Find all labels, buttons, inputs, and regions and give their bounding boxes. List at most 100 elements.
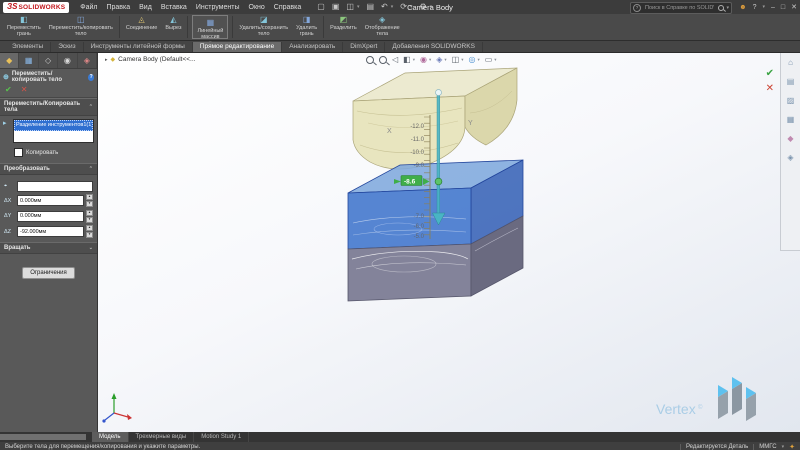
selected-body-item[interactable]: Разделение инструментов1(1)	[14, 120, 93, 131]
tab-direct-editing[interactable]: Прямое редактирование	[192, 42, 283, 52]
confirm-cancel-icon[interactable]: ✕	[766, 83, 774, 94]
dimxpert-manager-tab[interactable]: ◇	[39, 53, 59, 68]
menu-edit[interactable]: Правка	[106, 4, 130, 11]
appearances-icon[interactable]: ◉	[420, 55, 427, 64]
resources-home-icon[interactable]: ⌂	[788, 58, 793, 67]
custom-properties-icon[interactable]: ◈	[787, 153, 793, 162]
search-icon[interactable]	[718, 5, 725, 11]
viewport-3d-scene[interactable]: -12.0 -11.0 -10.0 -9.0 -7.0 -6.0 -5.0 -8…	[98, 53, 800, 432]
maximize-button[interactable]: □	[781, 4, 785, 11]
step-down-icon[interactable]: ▾	[86, 232, 93, 238]
view-orientation-icon[interactable]: ◈	[436, 55, 442, 64]
bodies-selection-list[interactable]: Разделение инструментов1(1)	[13, 119, 94, 143]
drag-position-sphere[interactable]	[434, 177, 443, 186]
delete-keep-body-button[interactable]: ◪ Удалить/сохранить тело	[235, 14, 292, 40]
command-help-icon[interactable]: ?	[88, 73, 94, 81]
ruler-label: -11.0	[411, 137, 425, 143]
upper-mold-body[interactable]	[352, 67, 518, 170]
step-down-icon[interactable]: ▾	[86, 201, 93, 207]
menu-view[interactable]: Вид	[139, 4, 152, 11]
expand-caret-icon[interactable]: ▸	[105, 57, 108, 63]
tab-evaluate[interactable]: Анализировать	[282, 42, 344, 52]
notification-icon[interactable]: ✦	[789, 443, 795, 450]
delete-face-icon: ◨	[302, 15, 311, 24]
view-settings-caret-icon[interactable]: ▾	[494, 57, 496, 63]
display-style-icon[interactable]: ◫	[452, 55, 460, 64]
unit-system-label[interactable]: ММГС	[759, 444, 776, 450]
appearances-pane-icon[interactable]: ◆	[787, 134, 793, 143]
delta-y-stepper[interactable]: ▴ ▾	[86, 209, 93, 223]
zoom-area-icon[interactable]	[379, 55, 387, 64]
orientation-triad	[102, 393, 132, 423]
step-down-icon[interactable]: ▾	[86, 216, 93, 223]
pane-options-tab[interactable]: ◈	[78, 53, 98, 68]
delta-x-field[interactable]	[17, 195, 84, 206]
drag-handle-sphere[interactable]	[435, 89, 442, 96]
tab-mold-tools[interactable]: Инструменты литейной формы	[84, 42, 193, 52]
design-library-icon[interactable]: ▤	[787, 77, 795, 86]
pane-splitter-grip[interactable]	[0, 434, 86, 440]
step-up-icon[interactable]: ▴	[86, 225, 93, 231]
breadcrumb[interactable]: ▸ ◆ Camera Body (Default<<...	[105, 56, 195, 63]
view-palette-icon[interactable]: ▦	[787, 115, 795, 124]
show-body-button[interactable]: ◈ Отображение тела	[361, 14, 404, 40]
hide-show-items-icon[interactable]: ◎	[468, 55, 475, 64]
section-move-copy-bodies[interactable]: Переместить/Копировать тела ⌃	[0, 98, 97, 116]
graphics-viewport[interactable]: ▸ ◆ Camera Body (Default<<... ◁ ◧ ▾ ◉ ▾ ◈ ▾…	[98, 53, 800, 432]
search-box[interactable]: ? ▾	[630, 2, 732, 14]
configuration-manager-tab[interactable]: ▦	[19, 53, 39, 68]
search-caret-icon[interactable]: ▾	[726, 5, 729, 11]
property-manager-tab[interactable]: ◆	[0, 53, 20, 68]
section-rotate[interactable]: Вращать ⌄	[0, 242, 97, 254]
previous-view-icon[interactable]: ◁	[392, 55, 398, 64]
view-settings-icon[interactable]: ▭	[485, 55, 493, 64]
linear-pattern-button[interactable]: ▦ Линейный массив ▾	[192, 15, 229, 45]
delta-x-stepper[interactable]: ▴ ▾	[86, 194, 93, 207]
cancel-x-icon[interactable]: ✕	[21, 85, 28, 94]
copy-checkbox[interactable]	[14, 148, 23, 157]
menu-tools[interactable]: Инструменты	[196, 4, 240, 11]
help-icon[interactable]: ?	[753, 4, 757, 11]
file-explorer-icon[interactable]: ▨	[787, 96, 795, 105]
user-account-icon[interactable]: ☻	[739, 4, 746, 11]
delete-face-button[interactable]: ◨ Удалить грань	[292, 14, 321, 40]
hide-show-caret-icon[interactable]: ▾	[477, 57, 479, 63]
section-transform[interactable]: Преобразовать ⌃	[0, 163, 97, 175]
split-button[interactable]: ◩ Разделить	[326, 14, 361, 40]
display-style-caret-icon[interactable]: ▾	[461, 57, 463, 63]
step-up-icon[interactable]: ▴	[86, 194, 93, 200]
delta-z-stepper[interactable]: ▴ ▾	[86, 225, 93, 238]
menu-insert[interactable]: Вставка	[161, 4, 187, 11]
menu-file[interactable]: Файл	[80, 4, 97, 11]
cut-button[interactable]: ◭ Вырез	[161, 14, 185, 40]
move-copy-body-button[interactable]: ◫ Переместить/копировать тело	[45, 14, 117, 40]
coordinate-system-field[interactable]	[17, 180, 93, 192]
step-up-icon[interactable]: ▴	[86, 209, 93, 216]
help-caret-icon[interactable]: ▾	[762, 4, 765, 10]
units-caret-icon[interactable]: ▾	[782, 444, 785, 450]
orientation-caret-icon[interactable]: ▾	[444, 57, 446, 63]
minimize-button[interactable]: –	[771, 4, 775, 11]
confirm-ok-icon[interactable]: ✔	[766, 68, 774, 79]
3d-views-tab[interactable]: Трехмерные виды	[129, 432, 195, 442]
display-manager-tab[interactable]: ◉	[58, 53, 78, 68]
constraints-button[interactable]: Ограничения	[22, 267, 75, 279]
model-tab[interactable]: Модель	[92, 432, 129, 442]
tab-sketch[interactable]: Эскиз	[51, 42, 84, 52]
section-view-icon[interactable]: ◧	[403, 55, 411, 64]
move-face-button[interactable]: ◧ Переместить грань	[3, 14, 45, 40]
delta-z-field[interactable]	[17, 226, 84, 237]
ok-check-icon[interactable]: ✔	[5, 85, 12, 94]
motion-study-tab[interactable]: Motion Study 1	[194, 432, 250, 442]
menu-window[interactable]: Окно	[249, 4, 265, 11]
search-input[interactable]	[643, 4, 717, 12]
tab-solidworks-addins[interactable]: Добавления SOLIDWORKS	[385, 42, 483, 52]
tab-features[interactable]: Элементы	[5, 42, 52, 52]
delta-y-field[interactable]	[17, 210, 84, 222]
close-button[interactable]: ✕	[791, 3, 797, 11]
combine-button[interactable]: ◬ Соединение	[122, 14, 162, 40]
section-caret-icon[interactable]: ▾	[413, 57, 415, 63]
zoom-fit-icon[interactable]	[366, 55, 374, 64]
tab-dimxpert[interactable]: DimXpert	[343, 42, 386, 52]
appearances-caret-icon[interactable]: ▾	[429, 57, 431, 63]
